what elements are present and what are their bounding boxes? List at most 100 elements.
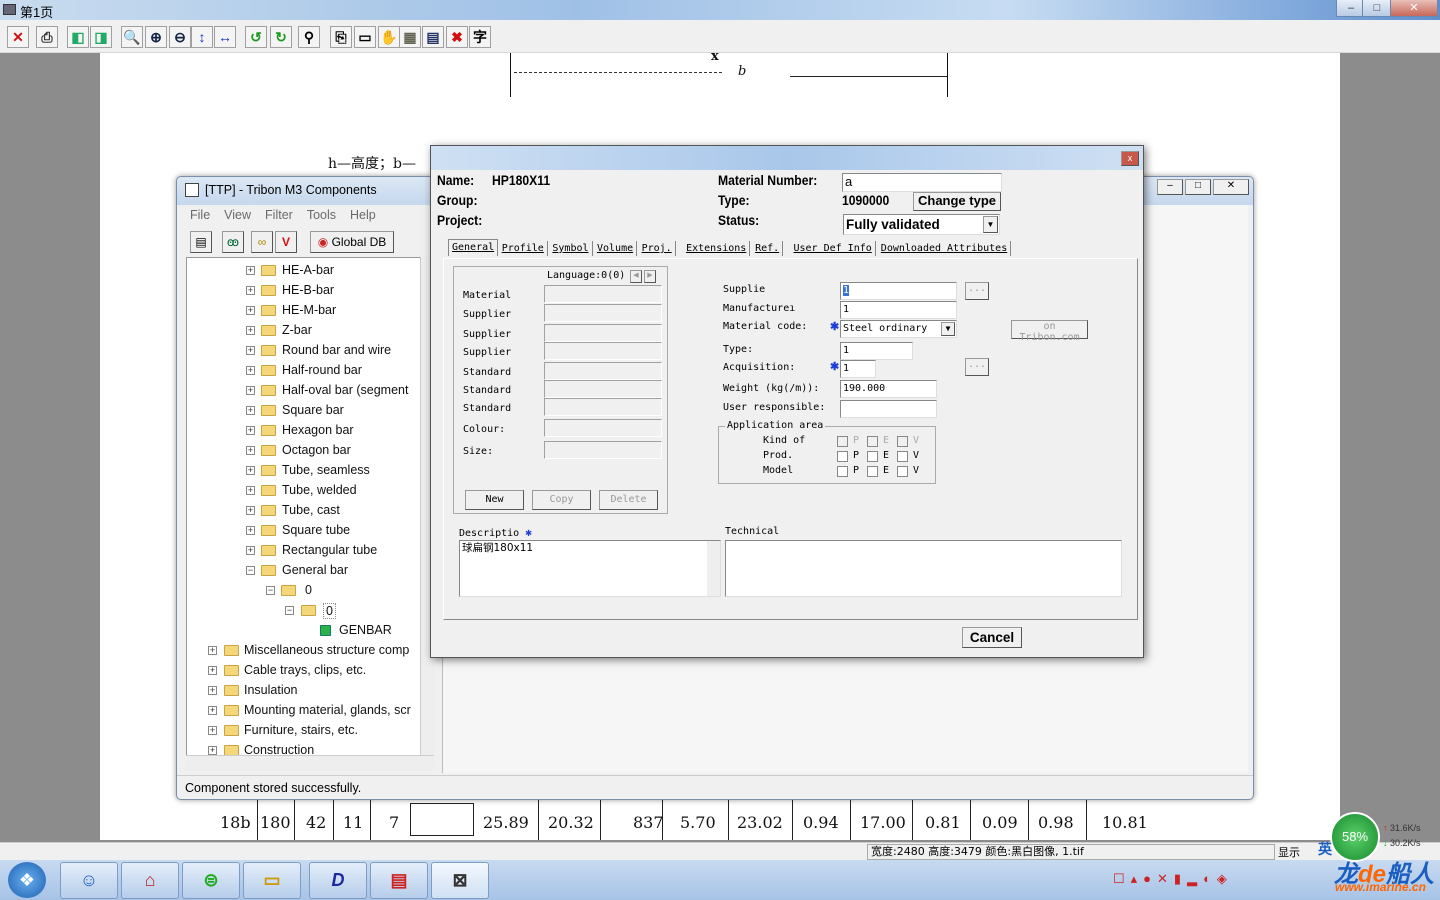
- on-tribon-com-button[interactable]: on Tribon.com: [1011, 320, 1088, 343]
- field-input[interactable]: [544, 342, 662, 360]
- tree-item[interactable]: + Half-oval bar (segment: [187, 382, 427, 400]
- expand-toggle-icon[interactable]: −: [266, 586, 275, 595]
- tree-item[interactable]: + HE-M-bar: [187, 302, 427, 320]
- taskbar-app-doc[interactable]: ▤: [370, 862, 428, 899]
- expand-toggle-icon[interactable]: +: [246, 406, 255, 415]
- tree-item[interactable]: + Half-round bar: [187, 362, 427, 380]
- tree-item[interactable]: + Octagon bar: [187, 442, 427, 460]
- tree-item[interactable]: + Miscellaneous structure comp: [187, 642, 427, 660]
- description-textarea[interactable]: 球扁钢180x11: [459, 540, 721, 597]
- expand-toggle-icon[interactable]: +: [246, 506, 255, 515]
- menu-filter[interactable]: Filter: [265, 208, 293, 222]
- tab-volume[interactable]: Volume: [594, 241, 638, 256]
- chevron-down-icon[interactable]: ▼: [983, 216, 998, 233]
- layout-button[interactable]: ▤: [422, 26, 444, 48]
- copy-button[interactable]: Copy: [532, 490, 591, 510]
- tree-item[interactable]: + Insulation: [187, 682, 427, 700]
- fit-height-button[interactable]: ↕: [191, 26, 213, 48]
- status-select[interactable]: Fully validated ▼: [843, 214, 1000, 235]
- glasses-button[interactable]: ∞: [251, 231, 273, 253]
- tree-item[interactable]: + Square tube: [187, 522, 427, 540]
- change-type-button[interactable]: Change type: [913, 192, 1001, 211]
- acquisition-browse-button[interactable]: ...: [965, 358, 989, 376]
- tab-ref[interactable]: Ref.: [752, 241, 784, 256]
- expand-toggle-icon[interactable]: +: [246, 426, 255, 435]
- tribon-minimize-button[interactable]: –: [1157, 179, 1183, 195]
- component-tree[interactable]: + HE-A-bar + HE-B-bar + HE-M-bar + Z-bar + Round …: [186, 257, 434, 771]
- checkbox-v[interactable]: [897, 466, 908, 477]
- tab-general[interactable]: General: [448, 239, 499, 256]
- tree-item[interactable]: + Tube, cast: [187, 502, 427, 520]
- copy-button[interactable]: ⎘: [330, 26, 352, 48]
- tree-horizontal-scrollbar[interactable]: [186, 755, 434, 771]
- tray-icons[interactable]: ☐▴●✕▮▂◐◈: [1113, 871, 1233, 887]
- expand-toggle-icon[interactable]: +: [246, 486, 255, 495]
- supplier-browse-button[interactable]: ...: [965, 282, 989, 300]
- supplier-input[interactable]: 1: [840, 282, 957, 300]
- expand-toggle-icon[interactable]: +: [246, 266, 255, 275]
- tree-item[interactable]: −0: [187, 582, 427, 600]
- print-button[interactable]: ⎙: [36, 26, 58, 48]
- expand-toggle-icon[interactable]: +: [208, 666, 217, 675]
- validate-button[interactable]: V: [275, 231, 297, 253]
- taskbar-app-viewer[interactable]: ⊠: [431, 862, 489, 899]
- type-input[interactable]: 1: [840, 342, 913, 360]
- close-window-button[interactable]: ✕: [1390, 0, 1438, 17]
- acquisition-input[interactable]: 1: [840, 360, 876, 378]
- expand-toggle-icon[interactable]: +: [208, 726, 217, 735]
- expand-toggle-icon[interactable]: −: [246, 566, 255, 575]
- tree-item[interactable]: − General bar: [187, 562, 427, 580]
- ocr-button[interactable]: 字: [469, 26, 491, 48]
- checkbox-p[interactable]: [837, 436, 848, 447]
- tab-profile[interactable]: Profile: [499, 241, 548, 256]
- expand-toggle-icon[interactable]: +: [246, 526, 255, 535]
- material-code-select[interactable]: Steel ordinary ▼: [840, 320, 957, 338]
- checkbox-p[interactable]: [837, 466, 848, 477]
- taskbar-app-tribon[interactable]: ⌂: [121, 862, 179, 899]
- tree-item[interactable]: + HE-B-bar: [187, 282, 427, 300]
- next-page-button[interactable]: ◨: [90, 26, 112, 48]
- user-responsible-input[interactable]: [840, 400, 937, 418]
- tree-item[interactable]: + Z-bar: [187, 322, 427, 340]
- expand-toggle-icon[interactable]: −: [285, 606, 294, 615]
- tree-item[interactable]: + Tube, seamless: [187, 462, 427, 480]
- tree-item[interactable]: + Square bar: [187, 402, 427, 420]
- expand-toggle-icon[interactable]: +: [246, 466, 255, 475]
- zoom-out-button[interactable]: ⊖: [169, 26, 191, 48]
- delete-grid-button[interactable]: ✖: [446, 26, 468, 48]
- dialog-close-button[interactable]: x: [1121, 151, 1139, 166]
- taskbar-app-explorer[interactable]: ▭: [243, 862, 301, 899]
- tree-item[interactable]: + Tube, welded: [187, 482, 427, 500]
- tree-item[interactable]: + Mounting material, glands, scr: [187, 702, 427, 720]
- tree-item[interactable]: −0: [187, 602, 427, 620]
- weight-input[interactable]: 190.000: [840, 380, 937, 398]
- expand-toggle-icon[interactable]: +: [246, 306, 255, 315]
- field-input[interactable]: [544, 324, 662, 342]
- prev-page-button[interactable]: ◧: [67, 26, 89, 48]
- checkbox-v[interactable]: [897, 451, 908, 462]
- technical-textarea[interactable]: [725, 540, 1122, 597]
- tree-item[interactable]: GENBAR: [187, 622, 427, 640]
- field-input[interactable]: [544, 419, 662, 437]
- field-input[interactable]: [544, 362, 662, 380]
- ime-indicator[interactable]: 英: [1318, 839, 1332, 859]
- checkbox-p[interactable]: [837, 451, 848, 462]
- expand-toggle-icon[interactable]: +: [246, 286, 255, 295]
- tribon-maximize-button[interactable]: □: [1185, 179, 1211, 195]
- rotate-left-button[interactable]: ↺: [245, 26, 267, 48]
- expand-toggle-icon[interactable]: +: [246, 446, 255, 455]
- zoom-button[interactable]: 🔍: [121, 26, 143, 48]
- tree-item[interactable]: + HE-A-bar: [187, 262, 427, 280]
- delete-button[interactable]: Delete: [599, 490, 658, 510]
- description-scrollbar[interactable]: [707, 541, 720, 596]
- tree-item[interactable]: + Hexagon bar: [187, 422, 427, 440]
- find-button[interactable]: ꙭ: [222, 231, 244, 253]
- manufacturer-input[interactable]: 1: [840, 301, 957, 319]
- taskbar-app-user[interactable]: ☺: [60, 862, 118, 899]
- material-number-input[interactable]: a: [842, 173, 1002, 192]
- rotate-right-button[interactable]: ↻: [270, 26, 292, 48]
- tree-item[interactable]: + Rectangular tube: [187, 542, 427, 560]
- field-input[interactable]: [544, 304, 662, 322]
- zoom-in-button[interactable]: ⊕: [145, 26, 167, 48]
- menu-tools[interactable]: Tools: [307, 208, 336, 222]
